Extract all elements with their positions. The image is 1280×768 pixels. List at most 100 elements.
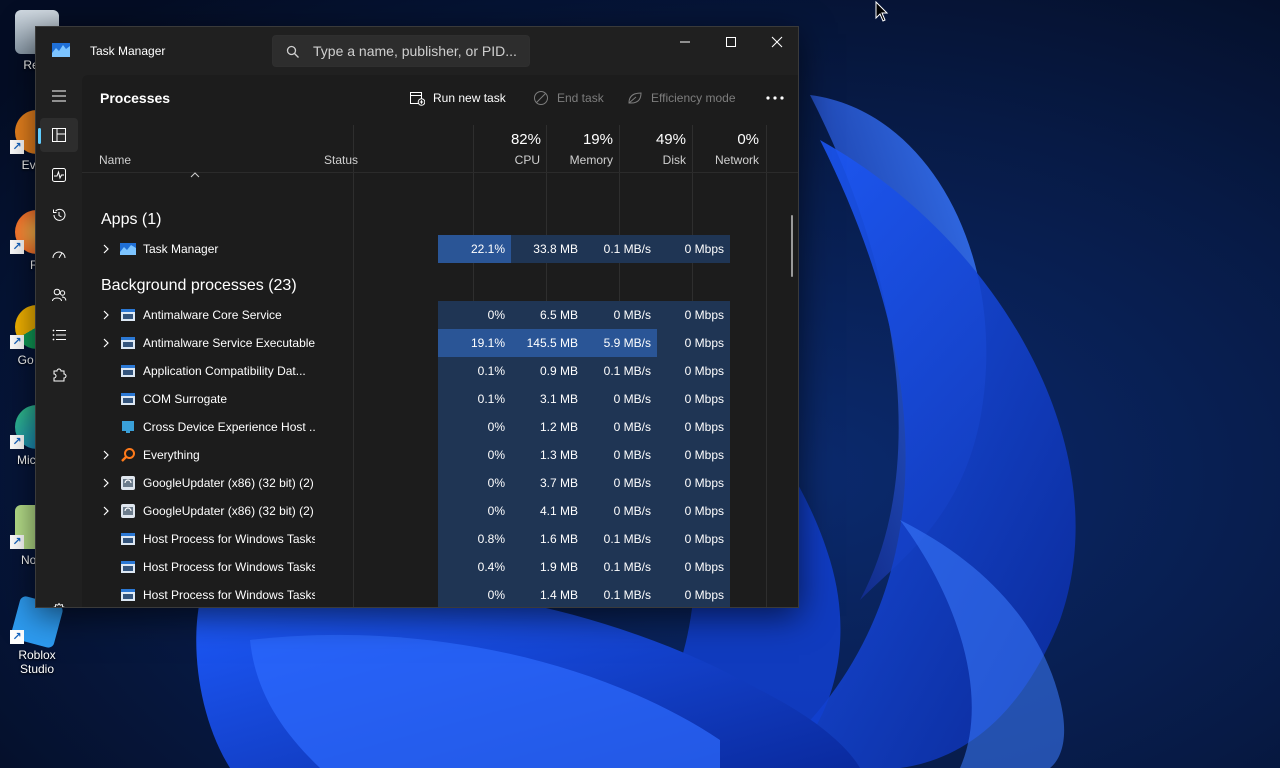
performance-icon xyxy=(52,168,66,182)
disk-cell: 0 MB/s xyxy=(584,469,657,497)
nav-users[interactable] xyxy=(40,278,78,312)
page-title: Processes xyxy=(100,90,171,106)
scrollbar-thumb[interactable] xyxy=(791,215,793,277)
chevron-right-icon[interactable] xyxy=(101,477,111,489)
memory-cell: 0.9 MB xyxy=(511,357,584,385)
search-input[interactable] xyxy=(313,41,523,61)
process-name: Host Process for Windows Tasks xyxy=(143,588,315,602)
process-row[interactable]: Application Compatibility Dat... 0.1% 0.9 … xyxy=(82,357,782,385)
window-app-icon xyxy=(120,363,136,379)
process-row[interactable]: Host Process for Windows Tasks 0.4% 1.9 MB… xyxy=(82,553,782,581)
process-row[interactable]: GoogleUpdater (x86) (32 bit) (2) 0% 3.7 MB… xyxy=(82,469,782,497)
end-task-button[interactable]: End task xyxy=(533,87,604,109)
process-name: GoogleUpdater (x86) (32 bit) (2) xyxy=(143,504,314,518)
memory-percent[interactable]: 19% xyxy=(553,131,613,148)
disk-cell: 0.1 MB/s xyxy=(584,525,657,553)
process-row[interactable]: Host Process for Windows Tasks 0.8% 1.6 MB… xyxy=(82,525,782,553)
maximize-button[interactable] xyxy=(708,27,754,57)
nav-details[interactable] xyxy=(40,318,78,352)
process-row[interactable]: Task Manager 22.1% 33.8 MB 0.1 MB/s 0 Mbps xyxy=(82,235,782,263)
cpu-cell: 0% xyxy=(438,441,511,469)
close-button[interactable] xyxy=(754,27,798,57)
services-puzzle-icon xyxy=(53,368,67,382)
minimize-icon xyxy=(680,41,690,43)
chevron-right-icon[interactable] xyxy=(101,337,111,349)
efficiency-mode-button[interactable]: Efficiency mode xyxy=(627,87,736,109)
shortcut-arrow-icon: ↗ xyxy=(10,535,24,549)
chevron-right-icon[interactable] xyxy=(101,449,111,461)
minimize-button[interactable] xyxy=(662,27,708,57)
memory-cell: 33.8 MB xyxy=(511,235,584,263)
network-cell: 0 Mbps xyxy=(657,497,730,525)
column-header-network[interactable]: Network xyxy=(689,153,759,167)
nav-startup-apps[interactable] xyxy=(40,238,78,272)
cpu-percent[interactable]: 82% xyxy=(481,131,541,148)
nav-services[interactable] xyxy=(40,358,78,392)
process-row[interactable]: Antimalware Core Service 0% 6.5 MB 0 MB/s 0 … xyxy=(82,301,782,329)
navigation-sidebar xyxy=(36,75,82,607)
disk-cell: 0 MB/s xyxy=(584,497,657,525)
chevron-right-icon[interactable] xyxy=(101,243,111,255)
processes-panel: Processes Run new task End task Efficien… xyxy=(82,75,798,607)
memory-cell: 1.6 MB xyxy=(511,525,584,553)
process-row[interactable]: GoogleUpdater (x86) (32 bit) (2) 0% 4.1 MB… xyxy=(82,497,782,525)
process-row[interactable]: COM Surrogate 0.1% 3.1 MB 0 MB/s 0 Mbps xyxy=(82,385,782,413)
run-new-task-label: Run new task xyxy=(433,91,506,105)
leaf-icon xyxy=(628,92,642,104)
search-icon xyxy=(286,45,299,58)
disk-cell: 0.1 MB/s xyxy=(584,581,657,607)
process-row[interactable]: Cross Device Experience Host ... 0% 1.2 MB… xyxy=(82,413,782,441)
close-icon xyxy=(771,36,783,48)
run-task-icon xyxy=(410,92,425,106)
nav-settings[interactable] xyxy=(40,593,78,607)
cpu-cell: 0% xyxy=(438,301,511,329)
search-box[interactable] xyxy=(272,35,530,67)
run-new-task-button[interactable]: Run new task xyxy=(409,87,506,109)
title-bar[interactable]: Task Manager xyxy=(36,27,798,75)
sort-ascending-icon[interactable] xyxy=(190,171,200,179)
process-name: Host Process for Windows Tasks xyxy=(143,532,315,546)
shortcut-arrow-icon: ↗ xyxy=(10,435,24,449)
column-header-status[interactable]: Status xyxy=(324,153,358,167)
disk-percent[interactable]: 49% xyxy=(626,131,686,148)
memory-cell: 1.2 MB xyxy=(511,413,584,441)
history-icon xyxy=(53,208,66,221)
network-cell: 0 Mbps xyxy=(657,413,730,441)
process-name: Host Process for Windows Tasks xyxy=(143,560,315,574)
memory-cell: 145.5 MB xyxy=(511,329,584,357)
nav-performance[interactable] xyxy=(40,158,78,192)
chevron-right-icon[interactable] xyxy=(101,309,111,321)
network-cell: 0 Mbps xyxy=(657,329,730,357)
memory-cell: 1.3 MB xyxy=(511,441,584,469)
nav-processes[interactable] xyxy=(38,118,78,152)
end-task-icon xyxy=(534,91,548,105)
process-row[interactable]: Host Process for Windows Tasks 0% 1.4 MB 0.… xyxy=(82,581,782,607)
process-row[interactable]: Antimalware Service Executable 19.1% 145.5… xyxy=(82,329,782,357)
cpu-cell: 0% xyxy=(438,413,511,441)
everything-search-icon xyxy=(120,447,136,463)
desktop-icon-roblox-studio[interactable]: ↗ Roblox Studio xyxy=(0,595,74,676)
disk-cell: 0.1 MB/s xyxy=(584,235,657,263)
more-options-button[interactable] xyxy=(763,89,787,107)
menu-toggle-button[interactable] xyxy=(40,79,78,113)
users-icon xyxy=(52,288,67,302)
cpu-cell: 0.1% xyxy=(438,385,511,413)
disk-cell: 0 MB/s xyxy=(584,385,657,413)
chevron-right-icon[interactable] xyxy=(101,505,111,517)
column-header-memory[interactable]: Memory xyxy=(543,153,613,167)
column-header-disk[interactable]: Disk xyxy=(616,153,686,167)
network-cell: 0 Mbps xyxy=(657,553,730,581)
cpu-cell: 0% xyxy=(438,469,511,497)
disk-cell: 0 MB/s xyxy=(584,441,657,469)
disk-cell: 5.9 MB/s xyxy=(584,329,657,357)
column-header-cpu[interactable]: CPU xyxy=(470,153,540,167)
updater-icon xyxy=(120,475,136,491)
column-header-name[interactable]: Name xyxy=(99,153,131,167)
process-row[interactable]: Everything 0% 1.3 MB 0 MB/s 0 Mbps xyxy=(82,441,782,469)
nav-app-history[interactable] xyxy=(40,198,78,232)
maximize-icon xyxy=(726,37,736,47)
cpu-cell: 0.1% xyxy=(438,357,511,385)
memory-cell: 1.4 MB xyxy=(511,581,584,607)
network-cell: 0 Mbps xyxy=(657,525,730,553)
network-percent[interactable]: 0% xyxy=(699,131,759,148)
